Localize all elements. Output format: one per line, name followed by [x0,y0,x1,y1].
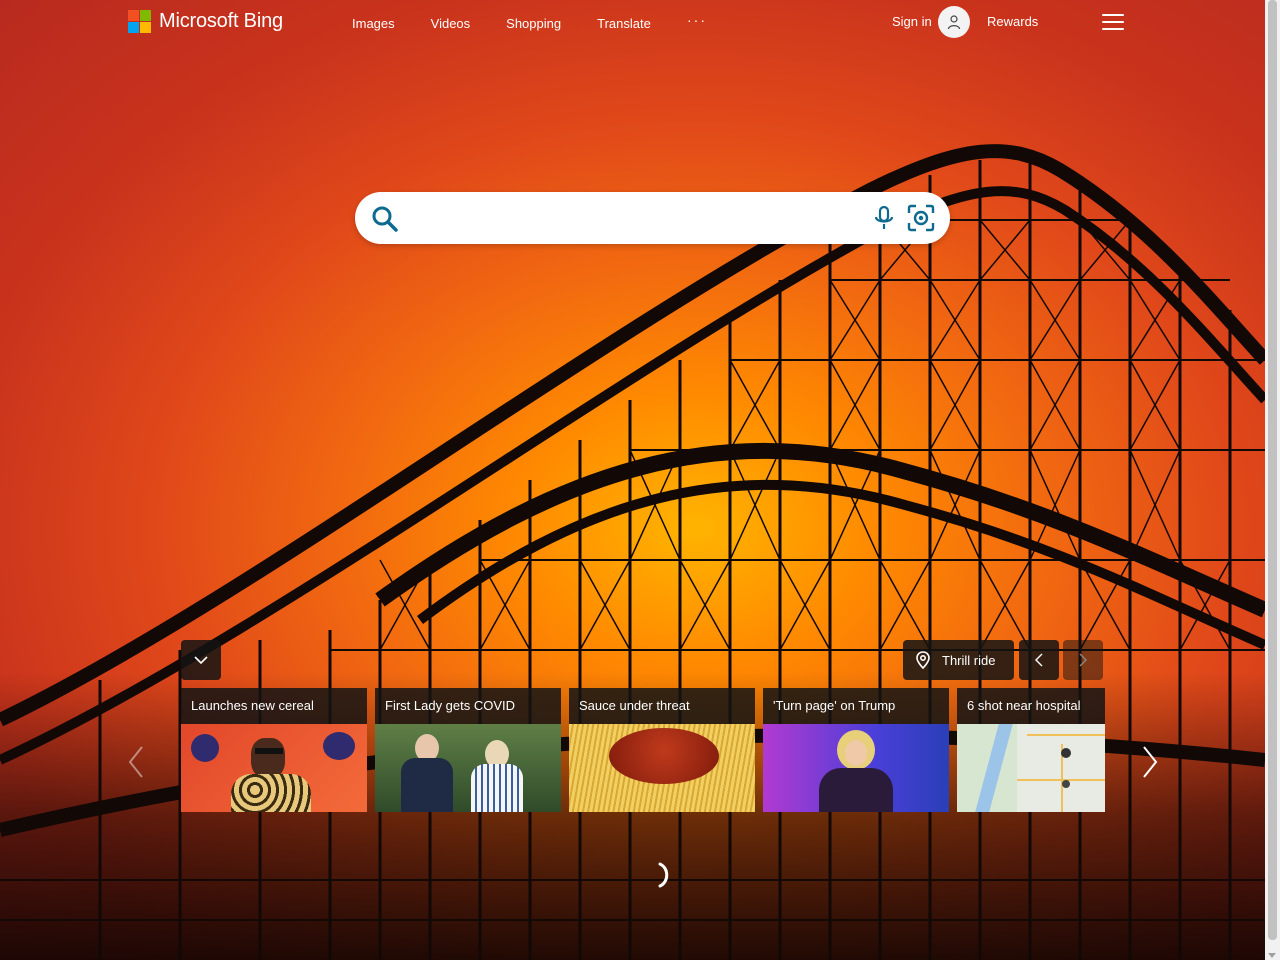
location-pin-icon [916,651,930,669]
chevron-left-icon [1035,653,1043,667]
news-card-image [569,724,755,812]
chevron-down-icon [194,656,208,665]
news-carousel: Launches new cereal First Lady gets COVI… [181,688,1105,812]
page-scrollbar[interactable] [1265,0,1280,960]
sign-in-link[interactable]: Sign in [892,14,932,29]
hamburger-menu-icon[interactable] [1102,14,1124,30]
search-input[interactable] [415,202,859,236]
nav-shopping[interactable]: Shopping [506,16,561,31]
news-card-title: Sauce under threat [569,688,755,724]
rewards-link[interactable]: Rewards [987,14,1038,29]
nav-images[interactable]: Images [352,16,395,31]
top-nav: Images Videos Shopping Translate [352,16,687,31]
header: Microsoft Bing Images Videos Shopping Tr… [0,0,1265,46]
news-card-title: First Lady gets COVID [375,688,561,724]
collapse-feed-button[interactable] [181,640,221,680]
news-card-image [763,724,949,812]
user-icon [947,15,961,30]
chevron-right-icon [1079,653,1087,667]
avatar[interactable] [938,6,970,38]
news-card[interactable]: Launches new cereal [181,688,367,812]
image-info-button[interactable]: Thrill ride [903,640,1014,680]
news-card-title: 'Turn page' on Trump [763,688,949,724]
microsoft-logo-icon [128,10,151,33]
news-card-title: Launches new cereal [181,688,367,724]
news-card-image [957,724,1105,812]
carousel-prev-icon[interactable] [126,745,146,779]
brand-name: Microsoft Bing [159,10,283,32]
bing-logo[interactable]: Microsoft Bing [128,10,283,33]
search-box [355,192,950,244]
news-card[interactable]: 'Turn page' on Trump [763,688,949,812]
loading-spinner-icon [658,862,669,888]
news-card-image [375,724,561,812]
carousel-next-icon[interactable] [1140,745,1160,779]
news-card[interactable]: 6 shot near hospital [957,688,1105,812]
image-location-label: Thrill ride [942,652,996,668]
microphone-icon[interactable] [871,205,897,231]
background-image [0,0,1265,960]
scrollbar-thumb[interactable] [1268,0,1277,940]
scroll-down-arrow[interactable] [1268,953,1276,958]
more-menu-button[interactable]: ··· [687,12,707,28]
next-image-button[interactable] [1063,640,1103,680]
roller-coaster-silhouette [0,144,1265,960]
news-card[interactable]: First Lady gets COVID [375,688,561,812]
nav-translate[interactable]: Translate [597,16,651,31]
previous-image-button[interactable] [1019,640,1059,680]
visual-search-icon[interactable] [907,204,935,232]
news-card-image [181,724,367,812]
search-icon[interactable] [371,205,399,233]
news-card-title: 6 shot near hospital [957,688,1105,724]
news-card[interactable]: Sauce under threat [569,688,755,812]
nav-videos[interactable]: Videos [431,16,471,31]
